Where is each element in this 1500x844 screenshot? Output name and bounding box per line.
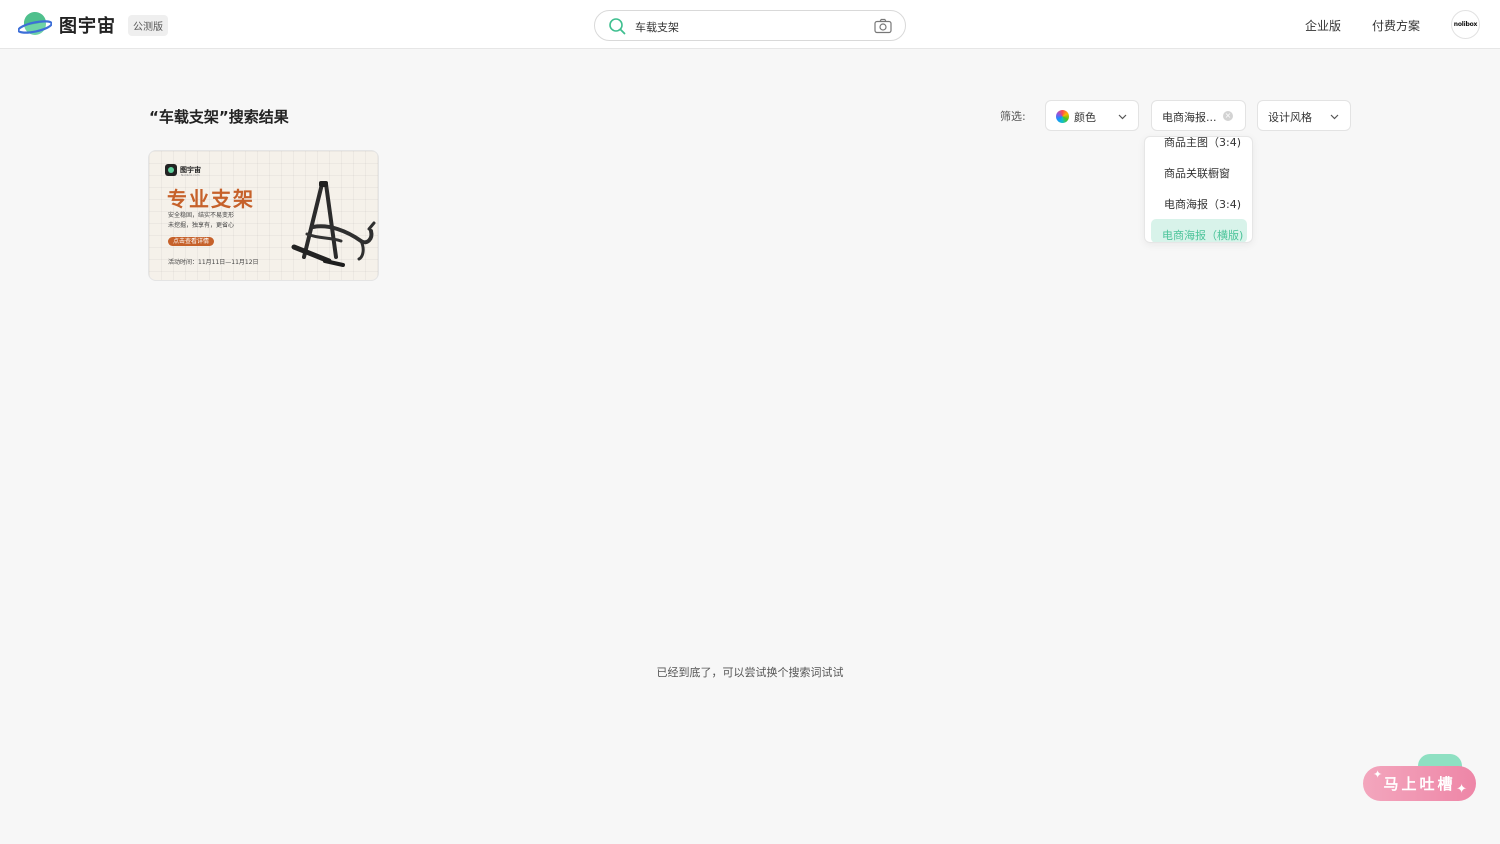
- dropdown-option[interactable]: 商品关联橱窗: [1164, 165, 1230, 181]
- color-filter-label: 颜色: [1074, 111, 1096, 124]
- dropdown-option[interactable]: 电商海报（3:4): [1164, 196, 1241, 212]
- feedback-button-label: 马上吐槽: [1383, 775, 1456, 793]
- scene-dropdown-menu: 商品主图（3:4) 商品关联橱窗 电商海报（3:4) 电商海报（横版): [1144, 136, 1253, 243]
- card-cta-badge: 点击查看详情: [168, 237, 215, 246]
- feedback-button[interactable]: ✦ 马上吐槽 ✦: [1363, 766, 1476, 801]
- top-header: 图宇宙 公测版 企业版 付费方案 nolibox: [0, 0, 1500, 49]
- search-icon[interactable]: [608, 17, 626, 35]
- camera-icon[interactable]: [874, 18, 892, 34]
- search-input[interactable]: [633, 16, 867, 38]
- style-filter-button[interactable]: 设计风格: [1257, 100, 1351, 131]
- scene-filter-label: 电商海报...: [1162, 111, 1217, 124]
- card-line-2: 未挖掘，独享有，更省心: [168, 222, 235, 229]
- scene-filter-button[interactable]: 电商海报... ×: [1151, 100, 1246, 131]
- beta-badge: 公测版: [128, 14, 168, 36]
- dropdown-option-selected[interactable]: 电商海报（横版): [1162, 227, 1243, 242]
- color-wheel-icon: [1056, 110, 1069, 123]
- sparkle-icon: ✦: [1373, 768, 1386, 781]
- result-card[interactable]: 图宇宙 Nolibox.com 专业支架 安全稳固，结实不易变形 未挖掘，独享有…: [148, 150, 379, 281]
- sparkle-icon: ✦: [1456, 782, 1470, 797]
- nav-pricing-link[interactable]: 付费方案: [1372, 17, 1420, 34]
- dropdown-option[interactable]: 商品主图（3:4): [1164, 137, 1241, 150]
- style-filter-label: 设计风格: [1268, 111, 1312, 124]
- filter-label: 筛选:: [1000, 110, 1026, 123]
- end-of-results-text: 已经到底了，可以尝试换个搜索词试试: [656, 666, 844, 679]
- clear-icon[interactable]: ×: [1223, 111, 1233, 121]
- card-logo-icon: [165, 164, 177, 176]
- results-title: “车载支架”搜索结果: [149, 108, 289, 126]
- nav-enterprise-link[interactable]: 企业版: [1305, 17, 1341, 34]
- card-logo-sub: Nolibox.com: [181, 173, 200, 177]
- planet-logo-icon: [18, 11, 52, 35]
- avatar-text: nolibox: [1453, 21, 1478, 28]
- avatar[interactable]: nolibox: [1451, 10, 1480, 39]
- chevron-down-icon: [1330, 114, 1339, 120]
- card-date: 活动时间：11月11日—11月12日: [168, 259, 259, 266]
- card-headline: 专业支架: [167, 187, 255, 211]
- guitar-stand-image: [291, 181, 376, 267]
- logo[interactable]: 图宇宙 公测版: [18, 11, 168, 39]
- card-line-1: 安全稳固，结实不易变形: [168, 212, 235, 219]
- search-bar: [594, 10, 906, 41]
- logo-text: 图宇宙: [59, 16, 116, 37]
- color-filter-button[interactable]: 颜色: [1045, 100, 1139, 131]
- chevron-down-icon: [1118, 114, 1127, 120]
